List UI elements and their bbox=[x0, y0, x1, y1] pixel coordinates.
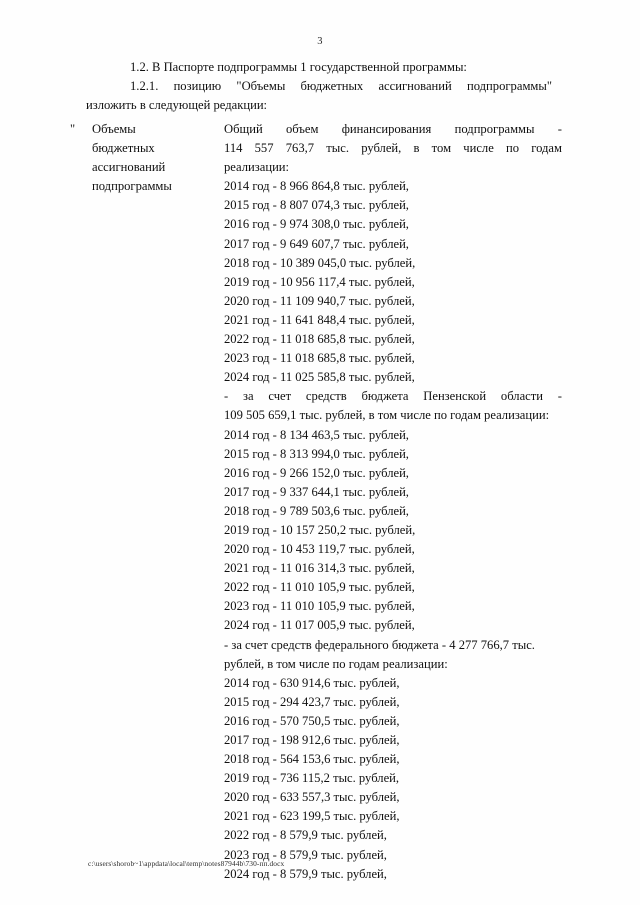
total-intro-line: Общий объем финансирования подпрограммы … bbox=[224, 122, 562, 136]
footer-file-path: c:\users\shorob~1\appdata\local\temp\not… bbox=[88, 859, 285, 868]
federal-year-line: 2019 год - 736 115,2 тыс. рублей, bbox=[224, 771, 400, 786]
federal-year-line: 2020 год - 633 557,3 тыс. рублей, bbox=[224, 790, 400, 805]
federal-year-line: 2014 год - 630 914,6 тыс. рублей, bbox=[224, 675, 400, 690]
table-value-cell: Общий объем финансирования подпрограммы … bbox=[224, 120, 562, 884]
federal-year-line: 2016 год - 570 750,5 тыс. рублей, bbox=[224, 713, 400, 728]
regional-year-line: 2021 год - 11 016 314,3 тыс. рублей, bbox=[224, 561, 415, 576]
total-year-line: 2016 год - 9 974 308,0 тыс. рублей, bbox=[224, 217, 409, 232]
total-intro-line: реализации: bbox=[224, 160, 290, 175]
federal-year-line: 2015 год - 294 423,7 тыс. рублей, bbox=[224, 694, 400, 709]
regional-year-line: 2023 год - 11 010 105,9 тыс. рублей, bbox=[224, 599, 415, 614]
page-number: 3 bbox=[317, 36, 323, 47]
regional-year-line: 2019 год - 10 157 250,2 тыс. рублей, bbox=[224, 522, 416, 537]
total-year-line: 2014 год - 8 966 864,8 тыс. рублей, bbox=[224, 179, 409, 194]
label-line: Объемы bbox=[92, 122, 136, 136]
opening-quote: " bbox=[70, 122, 76, 136]
regional-intro-line: - за счет средств бюджета Пензенской обл… bbox=[224, 389, 562, 404]
federal-year-line: 2021 год - 623 199,5 тыс. рублей, bbox=[224, 809, 400, 824]
provision-table: " Объемы бюджетных ассигнований подпрогр… bbox=[66, 120, 562, 884]
regional-year-line: 2016 год - 9 266 152,0 тыс. рублей, bbox=[224, 465, 409, 480]
clause-1-2: 1.2. В Паспорте подпрограммы 1 государст… bbox=[130, 60, 467, 74]
regional-year-line: 2020 год - 10 453 119,7 тыс. рублей, bbox=[224, 542, 415, 557]
total-year-line: 2018 год - 10 389 045,0 тыс. рублей, bbox=[224, 255, 416, 270]
regional-year-line: 2024 год - 11 017 005,9 тыс. рублей, bbox=[224, 618, 415, 633]
clause-1-2-1: 1.2.1. позицию "Объемы бюджетных ассигно… bbox=[130, 79, 552, 94]
federal-year-line: 2017 год - 198 912,6 тыс. рублей, bbox=[224, 733, 400, 747]
total-year-line: 2024 год - 11 025 585,8 тыс. рублей, bbox=[224, 370, 415, 385]
regional-year-line: 2018 год - 9 789 503,6 тыс. рублей, bbox=[224, 503, 409, 518]
regional-year-line: 2014 год - 8 134 463,5 тыс. рублей, bbox=[224, 427, 409, 442]
federal-year-line: 2022 год - 8 579,9 тыс. рублей, bbox=[224, 828, 387, 843]
total-year-line: 2022 год - 11 018 685,8 тыс. рублей, bbox=[224, 332, 415, 347]
table-label-cell: Объемы бюджетных ассигнований подпрограм… bbox=[92, 120, 224, 196]
total-year-line: 2023 год - 11 018 685,8 тыс. рублей, bbox=[224, 351, 415, 366]
federal-intro-line: рублей, в том числе по годам реализации: bbox=[224, 656, 448, 671]
regional-intro-line: 109 505 659,1 тыс. рублей, в том числе п… bbox=[224, 408, 550, 423]
total-year-line: 2020 год - 11 109 940,7 тыс. рублей, bbox=[224, 293, 415, 308]
label-line: подпрограммы bbox=[92, 179, 172, 194]
federal-intro-line: - за счет средств федерального бюджета -… bbox=[224, 637, 535, 652]
intro-paragraphs: 1.2. В Паспорте подпрограммы 1 государст… bbox=[86, 58, 552, 116]
regional-year-line: 2015 год - 8 313 994,0 тыс. рублей, bbox=[224, 446, 409, 461]
total-year-line: 2015 год - 8 807 074,3 тыс. рублей, bbox=[224, 198, 409, 213]
total-year-line: 2019 год - 10 956 117,4 тыс. рублей, bbox=[224, 274, 415, 289]
federal-year-line: 2018 год - 564 153,6 тыс. рублей, bbox=[224, 752, 400, 767]
total-year-line: 2021 год - 11 641 848,4 тыс. рублей, bbox=[224, 312, 415, 327]
total-year-line: 2017 год - 9 649 607,7 тыс. рублей, bbox=[224, 236, 409, 251]
clause-1-2-1-continuation: изложить в следующей редакции: bbox=[86, 98, 268, 113]
label-line: бюджетных bbox=[92, 141, 155, 156]
document-page: 3 1.2. В Паспорте подпрограммы 1 государ… bbox=[0, 0, 640, 905]
regional-year-line: 2017 год - 9 337 644,1 тыс. рублей, bbox=[224, 484, 409, 499]
total-intro-line: 114 557 763,7 тыс. рублей, в том числе п… bbox=[224, 141, 562, 156]
regional-year-line: 2022 год - 11 010 105,9 тыс. рублей, bbox=[224, 580, 415, 595]
label-line: ассигнований bbox=[92, 160, 166, 175]
